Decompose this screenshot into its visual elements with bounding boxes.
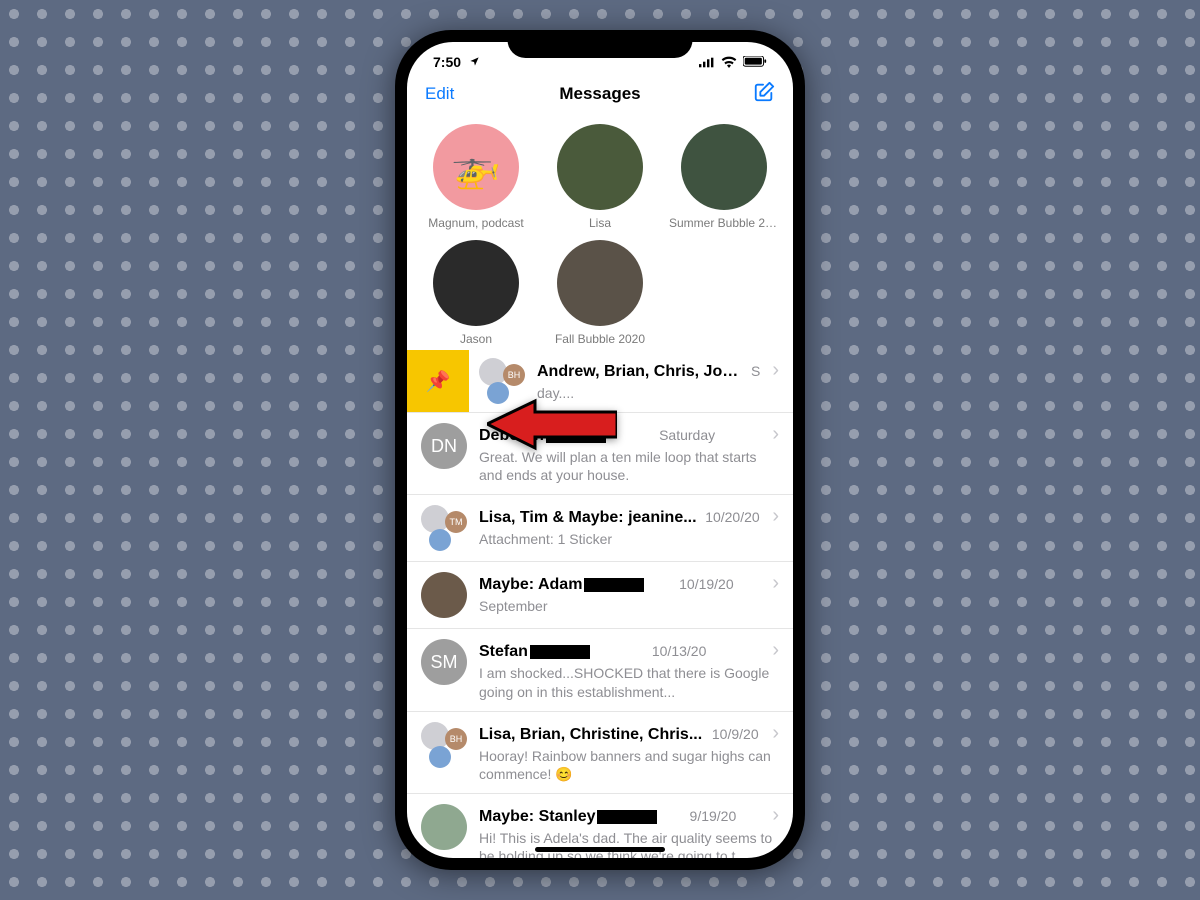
screen: 7:50 Edit Messages	[407, 42, 793, 858]
conversation-row[interactable]: BH Lisa, Brian, Christine, Chris... 10/9/2…	[407, 712, 793, 794]
redaction	[597, 810, 657, 824]
chevron-right-icon: ›	[772, 639, 779, 662]
pinned-label: Magnum, podcast	[421, 216, 531, 230]
conversation-main: Deborah Saturday ›Great. We will plan a te…	[479, 423, 779, 484]
conversation-avatar: BH	[421, 722, 467, 768]
pin-icon: 📌	[426, 369, 451, 394]
conversation-name: Deborah	[479, 427, 606, 445]
pinned-conversations: 🚁 Magnum, podcast Lisa Summer Bubble 2020 Ja…	[407, 116, 793, 350]
pinned-label: Fall Bubble 2020	[545, 332, 655, 346]
conversation-avatar: DN	[421, 423, 467, 469]
conversation-preview: Hi! This is Adela's dad. The air quality…	[479, 829, 779, 858]
pinned-item[interactable]: Jason	[421, 240, 531, 346]
conversation-row[interactable]: Maybe: Adam 10/19/20 › September	[407, 562, 793, 629]
pinned-label: Jason	[421, 332, 531, 346]
wifi-icon	[721, 56, 737, 68]
conversation-avatar: SM	[421, 639, 467, 685]
pinned-avatar	[557, 124, 643, 210]
redaction	[546, 429, 606, 443]
conversation-row[interactable]: SM Stefan 10/13/20 ›I am shocked...SHOCKED …	[407, 629, 793, 711]
conversation-avatar	[421, 572, 467, 618]
chevron-right-icon: ›	[772, 423, 779, 446]
pinned-item[interactable]: Summer Bubble 2020	[669, 124, 779, 230]
chevron-right-icon: ›	[772, 722, 779, 745]
conversation-date: 10/9/20	[712, 726, 759, 742]
chevron-right-icon: ›	[772, 505, 779, 528]
home-indicator[interactable]	[535, 847, 665, 852]
conversation-preview: Great. We will plan a ten mile loop that…	[479, 448, 779, 484]
pinned-avatar	[557, 240, 643, 326]
conversation-name: Maybe: Adam	[479, 576, 644, 594]
edit-button[interactable]: Edit	[425, 84, 454, 104]
conversation-avatar: TM	[421, 505, 467, 551]
conversation-date: 9/19/20	[690, 808, 737, 824]
pinned-label: Lisa	[545, 216, 655, 230]
conversation-preview: Attachment: 1 Sticker	[479, 530, 779, 548]
conversation-preview: Hooray! Rainbow banners and sugar highs …	[479, 747, 779, 783]
conversation-avatar	[421, 804, 467, 850]
compose-button[interactable]	[753, 81, 775, 108]
conversation-name: Andrew, Brian, Chris, John...	[537, 363, 743, 381]
pinned-item[interactable]: 🚁 Magnum, podcast	[421, 124, 531, 230]
conversation-name: Stefan	[479, 643, 590, 661]
conversation-main: Stefan 10/13/20 ›I am shocked...SHOCKED th…	[479, 639, 779, 700]
conversation-main: Lisa, Tim & Maybe: jeanine... 10/20/20 › At…	[479, 505, 779, 548]
status-time: 7:50	[433, 54, 480, 70]
conversation-main: Maybe: Adam 10/19/20 › September	[479, 572, 779, 615]
chevron-right-icon: ›	[772, 804, 779, 827]
conversation-name: Lisa, Brian, Christine, Chris...	[479, 726, 702, 744]
conversation-date: S	[751, 363, 760, 379]
page-title: Messages	[407, 84, 793, 104]
pinned-item[interactable]: Lisa	[545, 124, 655, 230]
conversation-date: Saturday	[659, 427, 715, 443]
pin-action[interactable]: 📌	[407, 350, 469, 412]
location-arrow-icon	[469, 54, 480, 70]
conversations-list[interactable]: 📌 BH Andrew, Brian, Chris, John... S › day...…	[407, 350, 793, 858]
battery-icon	[743, 56, 767, 68]
redaction	[530, 645, 590, 659]
conversation-row[interactable]: DN Deborah Saturday ›Great. We will plan a …	[407, 413, 793, 495]
navbar: Edit Messages	[407, 72, 793, 116]
conversation-row[interactable]: 📌 BH Andrew, Brian, Chris, John... S › day...…	[407, 350, 793, 413]
redaction	[584, 578, 644, 592]
signal-icon	[699, 57, 715, 68]
conversation-date: 10/20/20	[705, 509, 760, 525]
pinned-item[interactable]: Fall Bubble 2020	[545, 240, 655, 346]
conversation-date: 10/19/20	[679, 576, 734, 592]
conversation-row[interactable]: TM Lisa, Tim & Maybe: jeanine... 10/20/20 ›…	[407, 495, 793, 562]
conversation-avatar: BH	[479, 358, 525, 404]
pinned-avatar	[433, 240, 519, 326]
status-right	[699, 56, 767, 68]
conversation-main: Lisa, Brian, Christine, Chris... 10/9/20 ›…	[479, 722, 779, 783]
pinned-label: Summer Bubble 2020	[669, 216, 779, 230]
conversation-preview: I am shocked...SHOCKED that there is Goo…	[479, 664, 779, 700]
conversation-preview: September	[479, 597, 779, 615]
pinned-avatar: 🚁	[433, 124, 519, 210]
chevron-right-icon: ›	[772, 359, 779, 382]
chevron-right-icon: ›	[772, 572, 779, 595]
conversation-name: Maybe: Stanley	[479, 808, 657, 826]
conversation-date: 10/13/20	[652, 643, 707, 659]
notch	[508, 30, 693, 58]
conversation-name: Lisa, Tim & Maybe: jeanine...	[479, 509, 697, 527]
pinned-avatar	[681, 124, 767, 210]
phone-frame: 7:50 Edit Messages	[395, 30, 805, 870]
conversation-preview: day....	[537, 384, 779, 402]
conversation-main: Andrew, Brian, Chris, John... S › day....	[537, 359, 779, 402]
